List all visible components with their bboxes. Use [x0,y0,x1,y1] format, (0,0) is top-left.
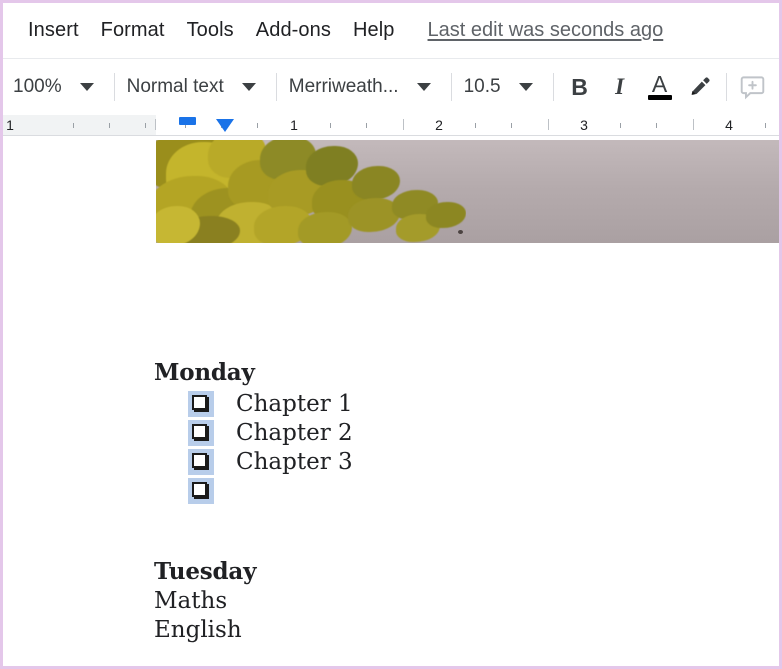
font-size-control[interactable]: 10.5 [458,76,547,98]
toolbar-divider-1 [113,73,115,101]
ruler-tick [693,119,694,130]
ruler-number-3: 3 [580,117,588,133]
ruler-tick [73,123,74,128]
zoom-value: 100% [13,76,62,97]
chevron-down-icon-zoom[interactable] [79,83,94,91]
font-family-control[interactable]: Merriweath... [283,76,445,98]
heading-tuesday: Tuesday [154,558,257,585]
toolbar-divider-3 [450,73,452,101]
add-comment-button[interactable] [733,67,773,107]
menu-item-format[interactable]: Format [90,15,176,46]
ruler-number-left-1: 1 [6,117,14,133]
document-page[interactable]: Monday Chapter 1 Chapter 2 Chapter 3 Tue… [11,136,779,666]
app-window-inner: Insert Format Tools Add-ons Help Last ed… [3,3,779,666]
menu-item-tools[interactable]: Tools [176,15,245,46]
paragraph-style-value: Normal text [126,76,224,97]
checklist-item-label: Chapter 1 [236,391,353,417]
heading-monday: Monday [154,359,255,386]
ruler-tick [620,123,621,128]
ruler-number-1: 1 [290,117,298,133]
paragraph-style-control[interactable]: Normal text [121,76,270,98]
ruler-tick [330,123,331,128]
last-edit-status[interactable]: Last edit was seconds ago [428,19,664,42]
checkbox-icon[interactable] [188,449,214,475]
menu-item-insert[interactable]: Insert [17,15,90,46]
highlighter-pen-icon [691,77,710,96]
left-indent-marker[interactable] [179,117,196,125]
checklist-item-label: Chapter 2 [236,420,353,446]
bold-button[interactable]: B [560,67,600,107]
chevron-down-icon-font[interactable] [416,83,431,91]
toolbar-divider-4 [552,73,554,101]
checkbox-icon[interactable] [188,420,214,446]
ruler-tick [656,123,657,128]
menu-bar: Insert Format Tools Add-ons Help Last ed… [3,3,779,58]
checklist-item-label: Chapter 3 [236,449,353,475]
ruler-number-4: 4 [725,117,733,133]
ruler-tick [366,123,367,128]
ruler-tick [155,119,156,130]
ruler-tick [548,119,549,130]
document-image[interactable] [156,140,779,243]
chevron-down-icon-style[interactable] [241,83,256,91]
checkbox-icon[interactable] [188,391,214,417]
ruler-tick [109,123,110,128]
menu-item-help[interactable]: Help [342,15,406,46]
toolbar-divider-5 [725,73,727,101]
ruler-tick [475,123,476,128]
horizontal-ruler[interactable]: 1 1 2 3 4 [3,115,779,136]
ruler-number-2: 2 [435,117,443,133]
text-color-letter: A [651,70,668,97]
checklist-item[interactable]: Chapter 2 [188,420,353,446]
menu-item-add-ons[interactable]: Add-ons [245,15,342,46]
text-color-swatch [647,95,672,100]
image-foliage [156,140,466,243]
checkbox-icon[interactable] [188,478,214,504]
ruler-tick [403,119,404,130]
document-canvas[interactable]: Monday Chapter 1 Chapter 2 Chapter 3 Tue… [3,136,779,666]
document-line-english: English [154,617,242,643]
formatting-toolbar: 100% Normal text Merriweath... 10.5 B I … [3,58,779,115]
text-color-button[interactable]: A [640,67,680,107]
highlight-color-button[interactable] [680,67,720,107]
ruler-page-area [156,115,779,135]
app-window: Insert Format Tools Add-ons Help Last ed… [0,0,782,669]
checklist-item-empty[interactable] [188,478,236,504]
document-line-maths: Maths [154,588,228,614]
zoom-control[interactable]: 100% [7,76,108,98]
ruler-tick [145,123,146,128]
ruler-tick [765,123,766,128]
toolbar-divider-2 [275,73,277,101]
chevron-down-icon-size[interactable] [518,83,533,91]
ruler-tick [511,123,512,128]
ruler-tick [257,123,258,128]
checklist-item[interactable]: Chapter 1 [188,391,353,417]
add-comment-icon [740,75,765,99]
first-line-indent-marker[interactable] [216,119,234,132]
italic-button[interactable]: I [600,67,640,107]
font-size-value: 10.5 [463,76,501,97]
font-family-value: Merriweath... [288,76,399,97]
checklist-item[interactable]: Chapter 3 [188,449,353,475]
